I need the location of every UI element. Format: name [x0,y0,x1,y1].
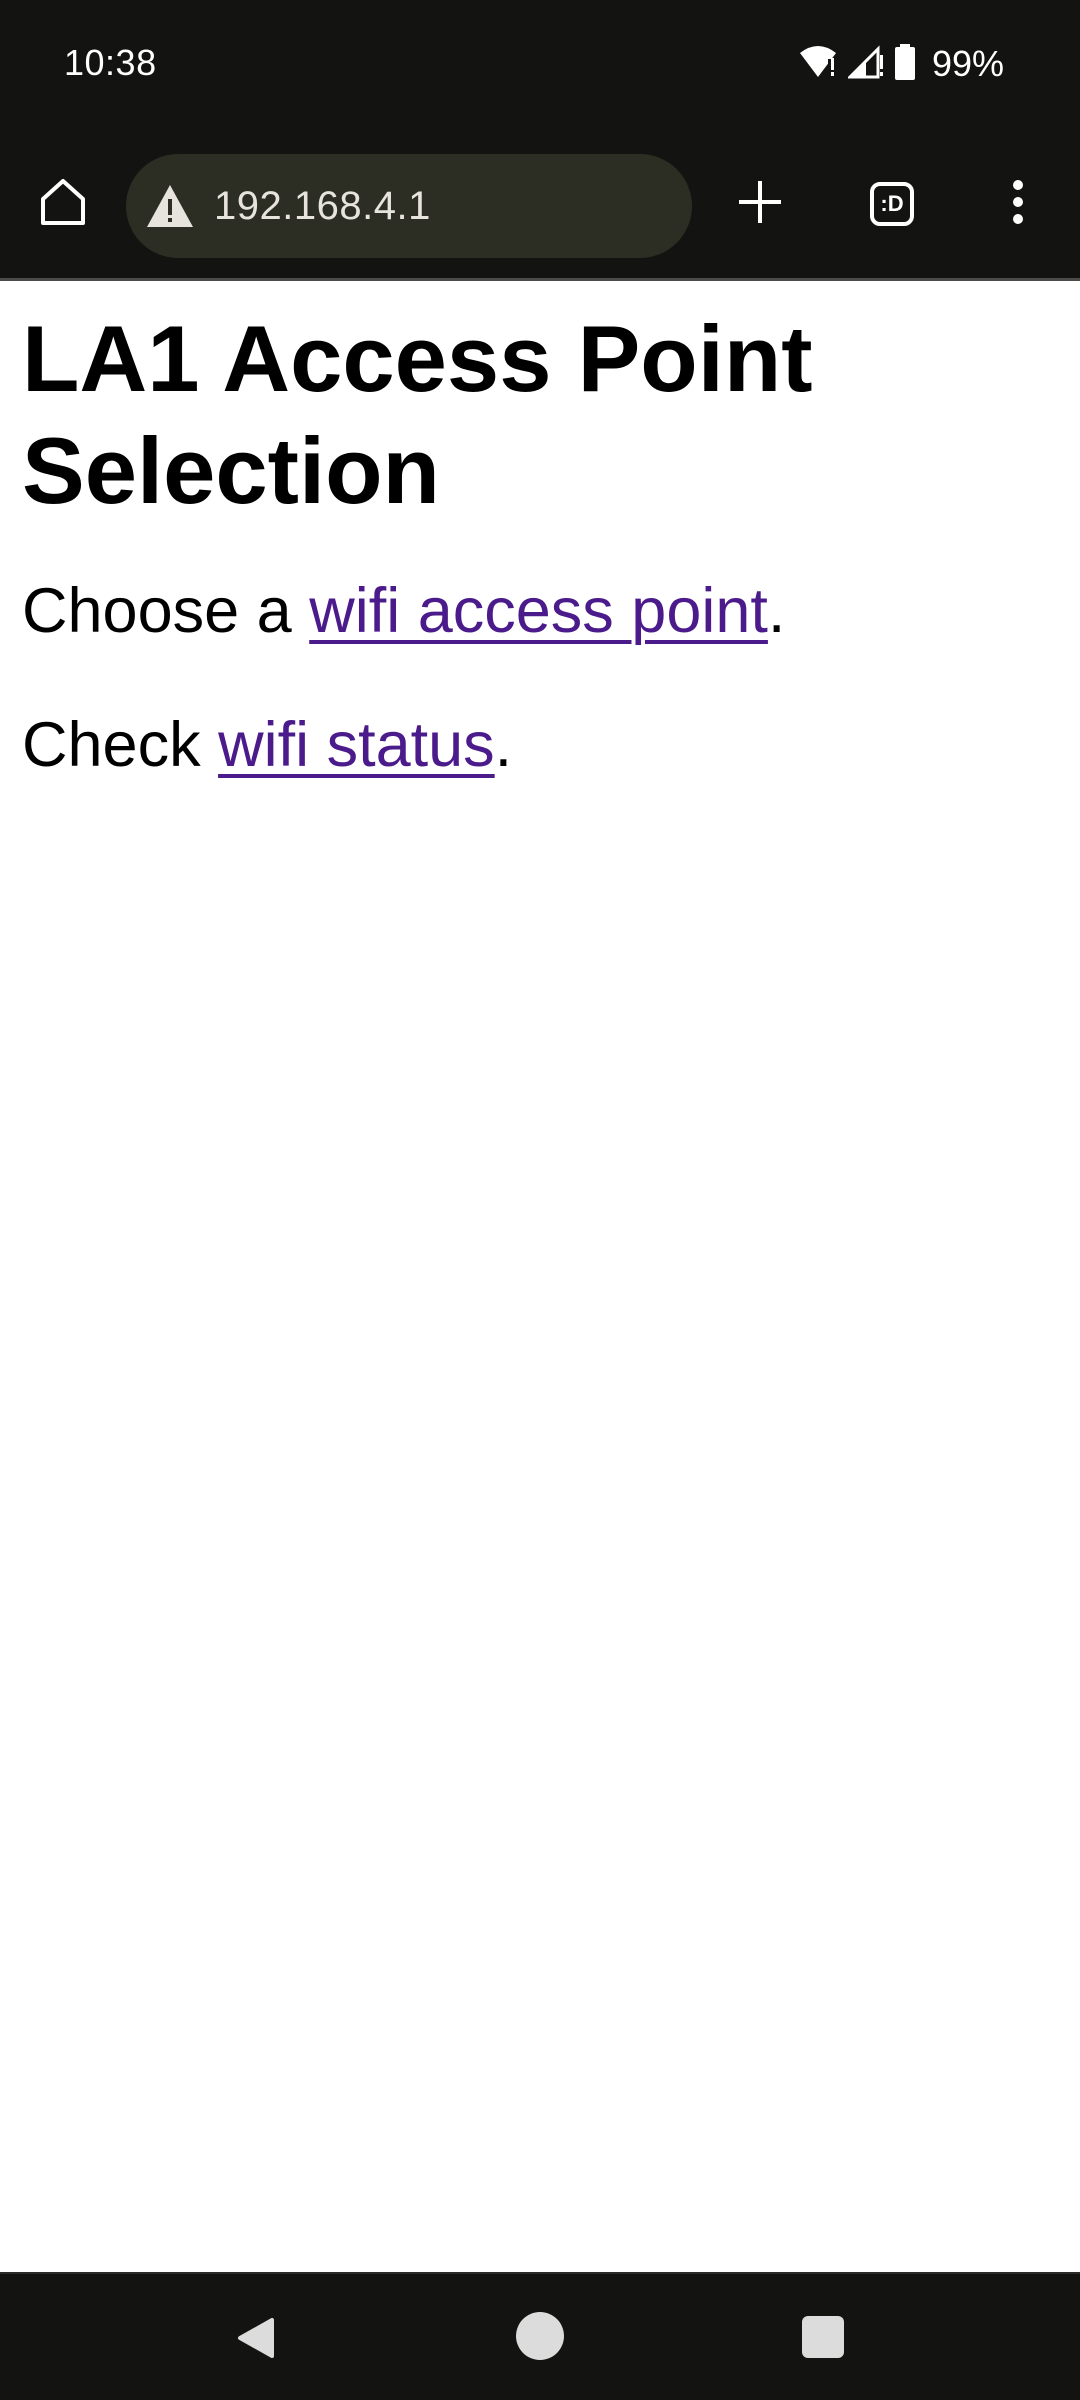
url-bar[interactable]: 192.168.4.1 [126,154,692,258]
navigation-bar [0,2272,1080,2400]
more-options-button[interactable] [982,168,1054,240]
recents-icon[interactable] [802,2316,844,2358]
browser-toolbar: 192.168.4.1 :D [0,132,1080,278]
back-icon[interactable] [232,2314,280,2362]
wifi-status-link[interactable]: wifi status [218,710,495,780]
status-bar: 10:38 99% [0,0,1080,132]
check-status-paragraph: Check wifi status. [22,707,1062,783]
home-button[interactable] [28,168,98,238]
tab-switcher-icon: :D [870,182,914,226]
new-tab-button[interactable] [724,168,796,240]
check-prefix: Check [22,710,219,780]
home-circle-icon[interactable] [516,2312,564,2360]
plus-icon [737,179,783,230]
choose-prefix: Choose a [22,576,310,646]
page-heading: LA1 Access Point Selection [22,306,813,523]
wifi-icon [798,45,838,84]
battery-percentage: 99% [931,43,1004,84]
signal-icon [846,44,884,84]
wifi-access-point-link[interactable]: wifi access point [309,576,768,646]
url-text[interactable]: 192.168.4.1 [214,184,431,229]
home-icon [37,175,89,232]
status-icons: 99% [798,40,1004,88]
status-time: 10:38 [64,42,157,83]
warning-icon[interactable] [142,178,198,234]
choose-suffix: . [767,576,786,646]
tab-switcher-button[interactable]: :D [856,168,928,240]
choose-access-point-paragraph: Choose a wifi access point. [22,573,1062,649]
more-vert-icon [1012,179,1024,230]
check-suffix: . [494,710,513,780]
page-content: LA1 Access Point Selection Choose a wifi… [22,281,1062,783]
screen: 10:38 99% 192.168.4.1:D LA1 Access Poin… [0,0,1080,2400]
battery-icon [894,43,916,85]
